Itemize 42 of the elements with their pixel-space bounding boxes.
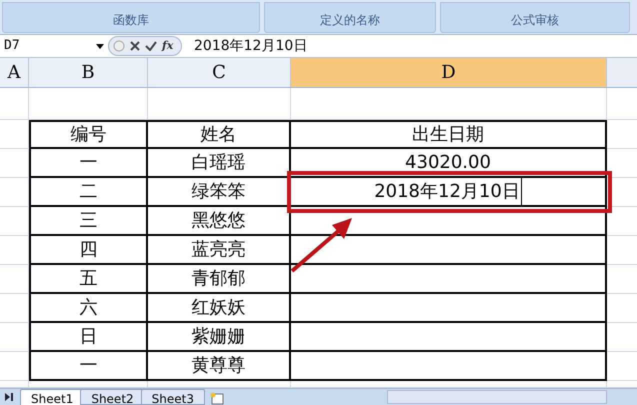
column-header[interactable]: D xyxy=(291,58,607,87)
new-sheet-icon[interactable] xyxy=(208,391,225,405)
table-cell[interactable]: 蓝亮亮 xyxy=(148,236,291,265)
table-cell[interactable]: 六 xyxy=(29,294,148,323)
table-cell[interactable] xyxy=(291,265,607,294)
insert-function-button[interactable]: fx xyxy=(162,38,174,54)
name-box[interactable]: D7 xyxy=(0,36,108,56)
table-cell[interactable]: 三 xyxy=(29,207,148,236)
table-cell[interactable] xyxy=(291,352,607,381)
sheet-tab[interactable]: Sheet3 xyxy=(140,389,205,405)
table-cell[interactable]: 二 xyxy=(29,178,148,207)
last-sheet-icon[interactable] xyxy=(2,391,16,403)
table-cell[interactable] xyxy=(291,236,607,265)
table-cell[interactable]: 紫姗姗 xyxy=(148,323,291,352)
table-cell[interactable]: 绿笨笨 xyxy=(148,178,291,207)
column-heading[interactable]: 姓名 xyxy=(148,120,291,149)
check-icon[interactable] xyxy=(145,41,157,51)
table-cell[interactable] xyxy=(291,294,607,323)
formula-value[interactable]: 2018年12月10日 xyxy=(194,36,308,56)
circle-icon xyxy=(113,40,125,52)
table-cell[interactable]: 白瑶瑶 xyxy=(148,149,291,178)
ribbon-group-label: 函数库 xyxy=(113,12,149,29)
table-cell[interactable]: 日 xyxy=(29,323,148,352)
dropdown-caret-icon xyxy=(96,44,104,48)
table-cell[interactable] xyxy=(291,323,607,352)
table-cell[interactable]: 一 xyxy=(29,149,148,178)
table-cell[interactable]: 青郁郁 xyxy=(148,265,291,294)
table-cell[interactable]: 一 xyxy=(29,352,148,381)
column-heading[interactable]: 编号 xyxy=(29,120,148,149)
table-cell[interactable]: 黄尊尊 xyxy=(148,352,291,381)
cancel-icon[interactable] xyxy=(130,41,140,51)
table-cell[interactable]: 四 xyxy=(29,236,148,265)
horizontal-scrollbar[interactable] xyxy=(387,390,607,404)
ribbon-group-label: 定义的名称 xyxy=(320,12,380,29)
table-cell[interactable]: 五 xyxy=(29,265,148,294)
ribbon-group-label: 公式审核 xyxy=(511,12,559,29)
table-cell[interactable]: 红妖妖 xyxy=(148,294,291,323)
table-cell[interactable]: 黑悠悠 xyxy=(148,207,291,236)
cell-editor[interactable]: 2018年12月10日 xyxy=(291,178,607,207)
name-box-value: D7 xyxy=(4,37,20,56)
column-heading[interactable]: 出生日期 xyxy=(291,120,607,149)
table-cell[interactable]: 43020.00 xyxy=(291,149,607,178)
